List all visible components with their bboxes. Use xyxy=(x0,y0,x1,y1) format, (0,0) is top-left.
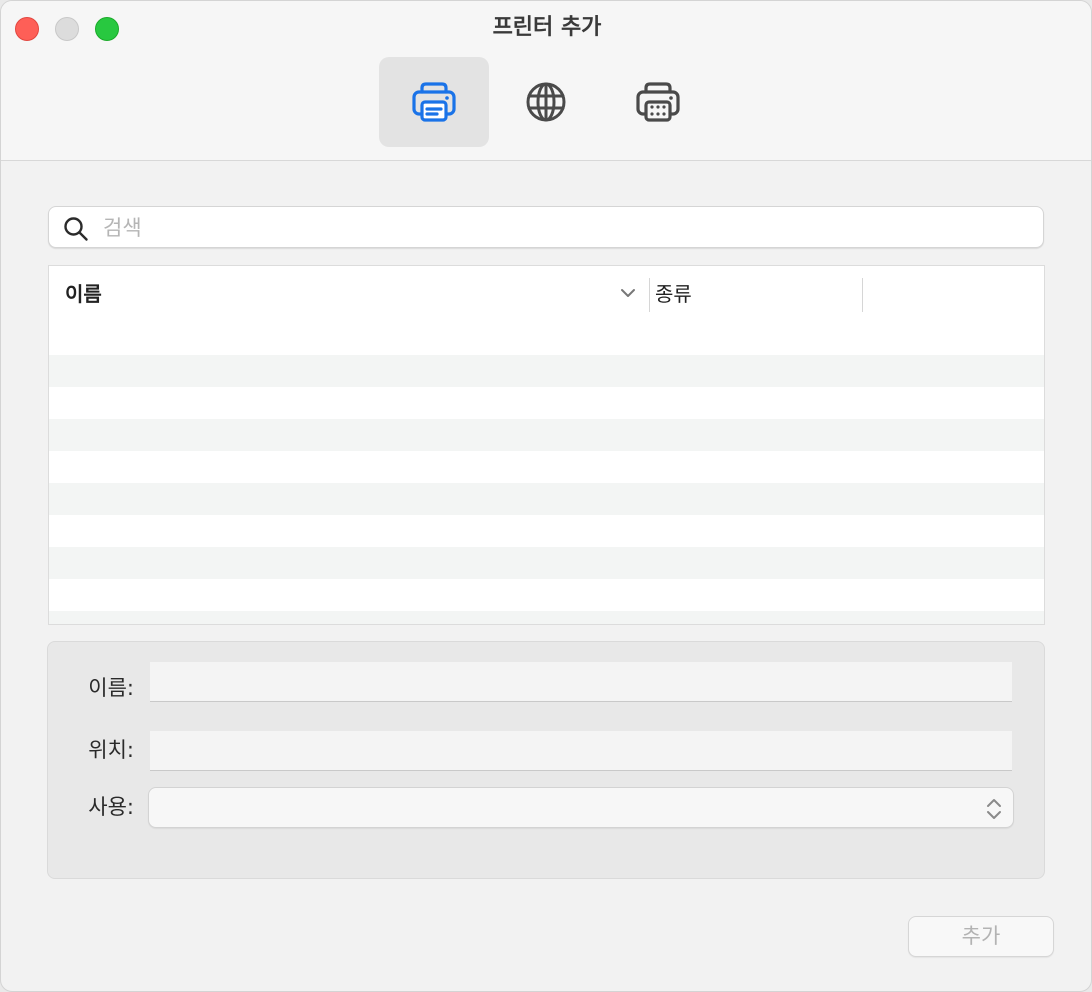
add-button[interactable]: 추가 xyxy=(908,916,1054,957)
column-divider[interactable] xyxy=(862,278,863,312)
table-header: 이름 종류 xyxy=(49,266,1044,324)
column-divider[interactable] xyxy=(649,278,650,312)
column-header-kind[interactable]: 종류 xyxy=(655,266,855,323)
location-label: 위치: xyxy=(88,738,134,762)
tab-ip-printer[interactable] xyxy=(491,57,601,147)
use-label: 사용: xyxy=(88,795,134,819)
table-row xyxy=(49,323,1044,355)
tab-default-printer[interactable] xyxy=(379,57,489,147)
table-row xyxy=(49,579,1044,611)
add-printer-window: 프린터 추가 검색 이름 종류 이름: 위치: 사용: 추가 xyxy=(0,0,1092,992)
table-row xyxy=(49,483,1044,515)
chevron-up-down-icon xyxy=(987,799,1001,819)
driver-select[interactable] xyxy=(148,787,1014,828)
table-row xyxy=(49,419,1044,451)
chevron-down-icon[interactable] xyxy=(619,286,637,300)
table-row xyxy=(49,515,1044,547)
globe-icon xyxy=(526,82,566,122)
table-row xyxy=(49,387,1044,419)
search-icon xyxy=(64,217,88,241)
search-field[interactable] xyxy=(48,206,1044,248)
table-row xyxy=(49,547,1044,579)
table-body[interactable] xyxy=(49,323,1044,624)
table-row xyxy=(49,451,1044,483)
printer-details-panel: 이름: 위치: 사용: xyxy=(47,641,1045,879)
table-row xyxy=(49,611,1044,624)
name-label: 이름: xyxy=(88,676,134,700)
name-field[interactable] xyxy=(150,662,1012,702)
table-row xyxy=(49,355,1044,387)
windows-printer-icon xyxy=(636,82,680,122)
printer-icon xyxy=(412,82,456,122)
search-input[interactable] xyxy=(101,211,1025,245)
printer-list-table: 이름 종류 xyxy=(48,265,1045,625)
toolbar: 프린터 추가 xyxy=(1,1,1091,161)
window-title: 프린터 추가 xyxy=(492,15,602,40)
tab-windows-printer[interactable] xyxy=(603,57,713,147)
column-header-name[interactable]: 이름 xyxy=(65,266,625,323)
location-field[interactable] xyxy=(150,731,1012,771)
